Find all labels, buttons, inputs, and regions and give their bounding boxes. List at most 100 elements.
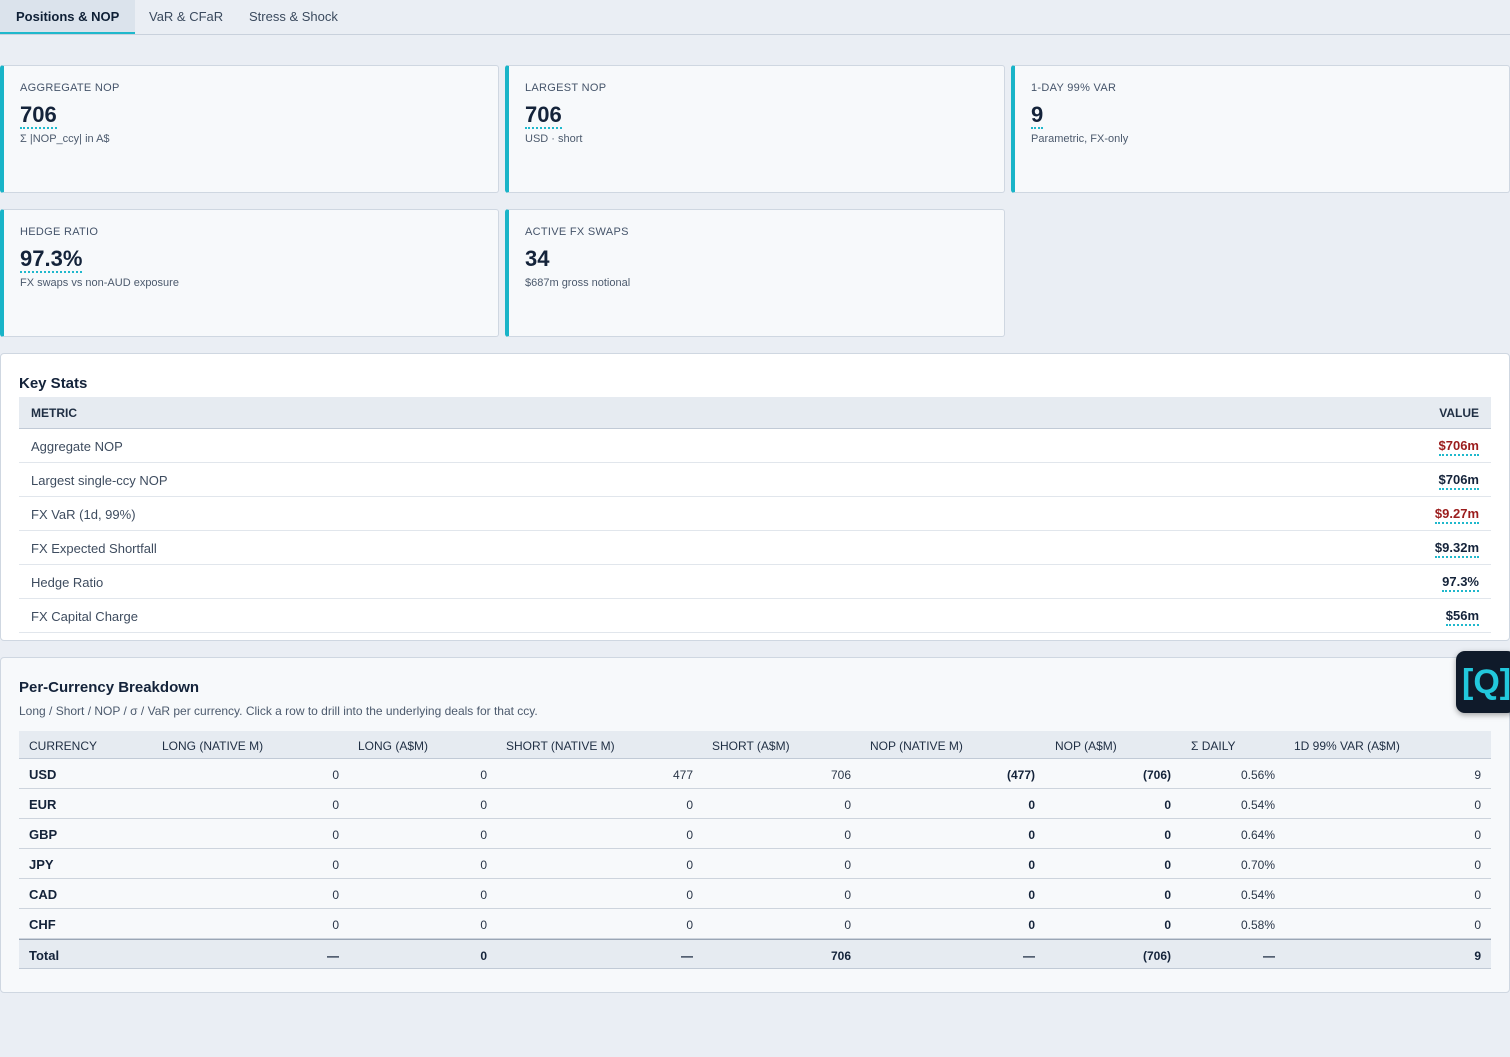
long-native-cell: 0 [332, 918, 339, 932]
col-sigma-daily: Σ DAILY [1191, 739, 1236, 753]
kpi-label: LARGEST NOP [525, 82, 607, 94]
metric-label: FX Expected Shortfall [31, 541, 157, 556]
col-var: 1D 99% VAR (A$M) [1294, 739, 1400, 753]
per-currency-header: CURRENCY LONG (NATIVE M) LONG (A$M) SHOR… [19, 731, 1491, 759]
currency-cell: GBP [29, 827, 58, 842]
var-cell: 9 [1474, 949, 1481, 963]
sigma-daily-cell: 0.54% [1240, 888, 1275, 902]
long-native-cell: 0 [332, 798, 339, 812]
key-stats-panel: Key Stats METRIC VALUE Aggregate NOP $70… [0, 353, 1510, 641]
metric-label: Aggregate NOP [31, 439, 123, 454]
short-native-cell: 0 [686, 828, 693, 842]
nop-aud-cell: 0 [1164, 798, 1171, 812]
nop-aud-cell: (706) [1142, 768, 1171, 782]
key-stats-title: Key Stats [19, 375, 88, 392]
tab-stress-shock[interactable]: Stress & Shock [233, 0, 354, 33]
table-row[interactable]: USD 0 0 477 706 (477) (706) 0.56% 9 [19, 759, 1491, 789]
kpi-label: ACTIVE FX SWAPS [525, 226, 629, 238]
currency-cell: JPY [29, 857, 54, 872]
nop-aud-cell: 0 [1164, 828, 1171, 842]
long-native-cell: 0 [332, 768, 339, 782]
key-stats-row: FX VaR (1d, 99%) $9.27m [19, 497, 1491, 531]
long-aud-cell: 0 [480, 828, 487, 842]
metric-value: 97.3% [1442, 574, 1479, 592]
metric-value: $9.27m [1434, 506, 1479, 524]
key-stats-row: Hedge Ratio 97.3% [19, 565, 1491, 599]
metric-label: Largest single-ccy NOP [31, 473, 168, 488]
sigma-daily-cell: 0.70% [1240, 858, 1275, 872]
col-long-native: LONG (NATIVE M) [162, 739, 264, 753]
kpi-value: 706 [525, 102, 562, 129]
tab-var-cfar[interactable]: VaR & CFaR [133, 0, 239, 33]
metric-label: Hedge Ratio [31, 575, 104, 590]
table-row[interactable]: CAD 0 0 0 0 0 0 0.54% 0 [19, 879, 1491, 909]
nop-native-cell: — [1023, 949, 1035, 963]
nop-aud-cell: 0 [1164, 888, 1171, 902]
table-row[interactable]: JPY 0 0 0 0 0 0 0.70% 0 [19, 849, 1491, 879]
currency-cell: Total [29, 948, 60, 963]
kpi-label: 1-DAY 99% VAR [1031, 82, 1117, 94]
col-long-aud: LONG (A$M) [358, 739, 429, 753]
table-total-row: Total — 0 — 706 — (706) — 9 [19, 939, 1491, 969]
long-aud-cell: 0 [480, 888, 487, 902]
tab-positions-nop[interactable]: Positions & NOP [0, 0, 136, 34]
kpi-label: AGGREGATE NOP [20, 82, 120, 94]
kpi-card-aggregate-nop: AGGREGATE NOP 706 Σ |NOP_ccy| in A$ [0, 65, 499, 193]
long-aud-cell: 0 [480, 858, 487, 872]
header-value: VALUE [1439, 406, 1479, 420]
kpi-value: 97.3% [20, 246, 83, 273]
kpi-value: 706 [20, 102, 57, 129]
metric-value: $9.32m [1434, 540, 1479, 558]
var-cell: 0 [1474, 828, 1481, 842]
long-native-cell: 0 [332, 828, 339, 842]
long-aud-cell: 0 [480, 949, 487, 963]
kpi-sub: Σ |NOP_ccy| in A$ [20, 133, 110, 145]
currency-cell: EUR [29, 797, 57, 812]
var-cell: 0 [1474, 888, 1481, 902]
nop-native-cell: 0 [1028, 888, 1035, 902]
short-native-cell: 0 [686, 798, 693, 812]
short-native-cell: 0 [686, 858, 693, 872]
metric-value: $56m [1445, 608, 1479, 626]
kpi-sub: FX swaps vs non-AUD exposure [20, 277, 179, 289]
metric-label: FX Capital Charge [31, 609, 138, 624]
short-aud-cell: 0 [844, 888, 851, 902]
long-aud-cell: 0 [480, 918, 487, 932]
kpi-sub: $687m gross notional [525, 277, 631, 289]
nop-native-cell: 0 [1028, 858, 1035, 872]
table-row[interactable]: GBP 0 0 0 0 0 0 0.64% 0 [19, 819, 1491, 849]
kpi-value: 9 [1031, 102, 1044, 129]
q-logo-badge[interactable]: [Q] [1456, 651, 1510, 713]
metric-label: FX VaR (1d, 99%) [31, 507, 136, 522]
key-stats-row: FX Expected Shortfall $9.32m [19, 531, 1491, 565]
short-aud-cell: 0 [844, 828, 851, 842]
long-aud-cell: 0 [480, 798, 487, 812]
long-aud-cell: 0 [480, 768, 487, 782]
short-aud-cell: 706 [830, 949, 851, 963]
short-native-cell: 0 [686, 888, 693, 902]
key-stats-row: Largest single-ccy NOP $706m [19, 463, 1491, 497]
key-stats-row: FX Capital Charge $56m [19, 599, 1491, 633]
kpi-card-active-fx-swaps: ACTIVE FX SWAPS 34 $687m gross notional [505, 209, 1005, 337]
key-stats-header: METRIC VALUE [19, 397, 1491, 429]
kpi-sub: Parametric, FX-only [1031, 133, 1129, 145]
long-native-cell: — [327, 949, 339, 963]
metric-value: $706m [1438, 472, 1479, 490]
table-row[interactable]: EUR 0 0 0 0 0 0 0.54% 0 [19, 789, 1491, 819]
per-currency-description: Long / Short / NOP / σ / VaR per currenc… [19, 704, 538, 718]
short-aud-cell: 0 [844, 918, 851, 932]
table-row[interactable]: CHF 0 0 0 0 0 0 0.58% 0 [19, 909, 1491, 939]
col-short-aud: SHORT (A$M) [712, 739, 790, 753]
nop-native-cell: 0 [1028, 918, 1035, 932]
short-aud-cell: 0 [844, 798, 851, 812]
nop-native-cell: 0 [1028, 828, 1035, 842]
kpi-value: 34 [525, 246, 550, 271]
key-stats-row: Aggregate NOP $706m [19, 429, 1491, 463]
nop-native-cell: 0 [1028, 798, 1035, 812]
kpi-card-largest-nop: LARGEST NOP 706 USD · short [505, 65, 1005, 193]
sigma-daily-cell: 0.56% [1240, 768, 1275, 782]
long-native-cell: 0 [332, 888, 339, 902]
var-cell: 0 [1474, 798, 1481, 812]
var-cell: 0 [1474, 858, 1481, 872]
col-short-native: SHORT (NATIVE M) [506, 739, 615, 753]
